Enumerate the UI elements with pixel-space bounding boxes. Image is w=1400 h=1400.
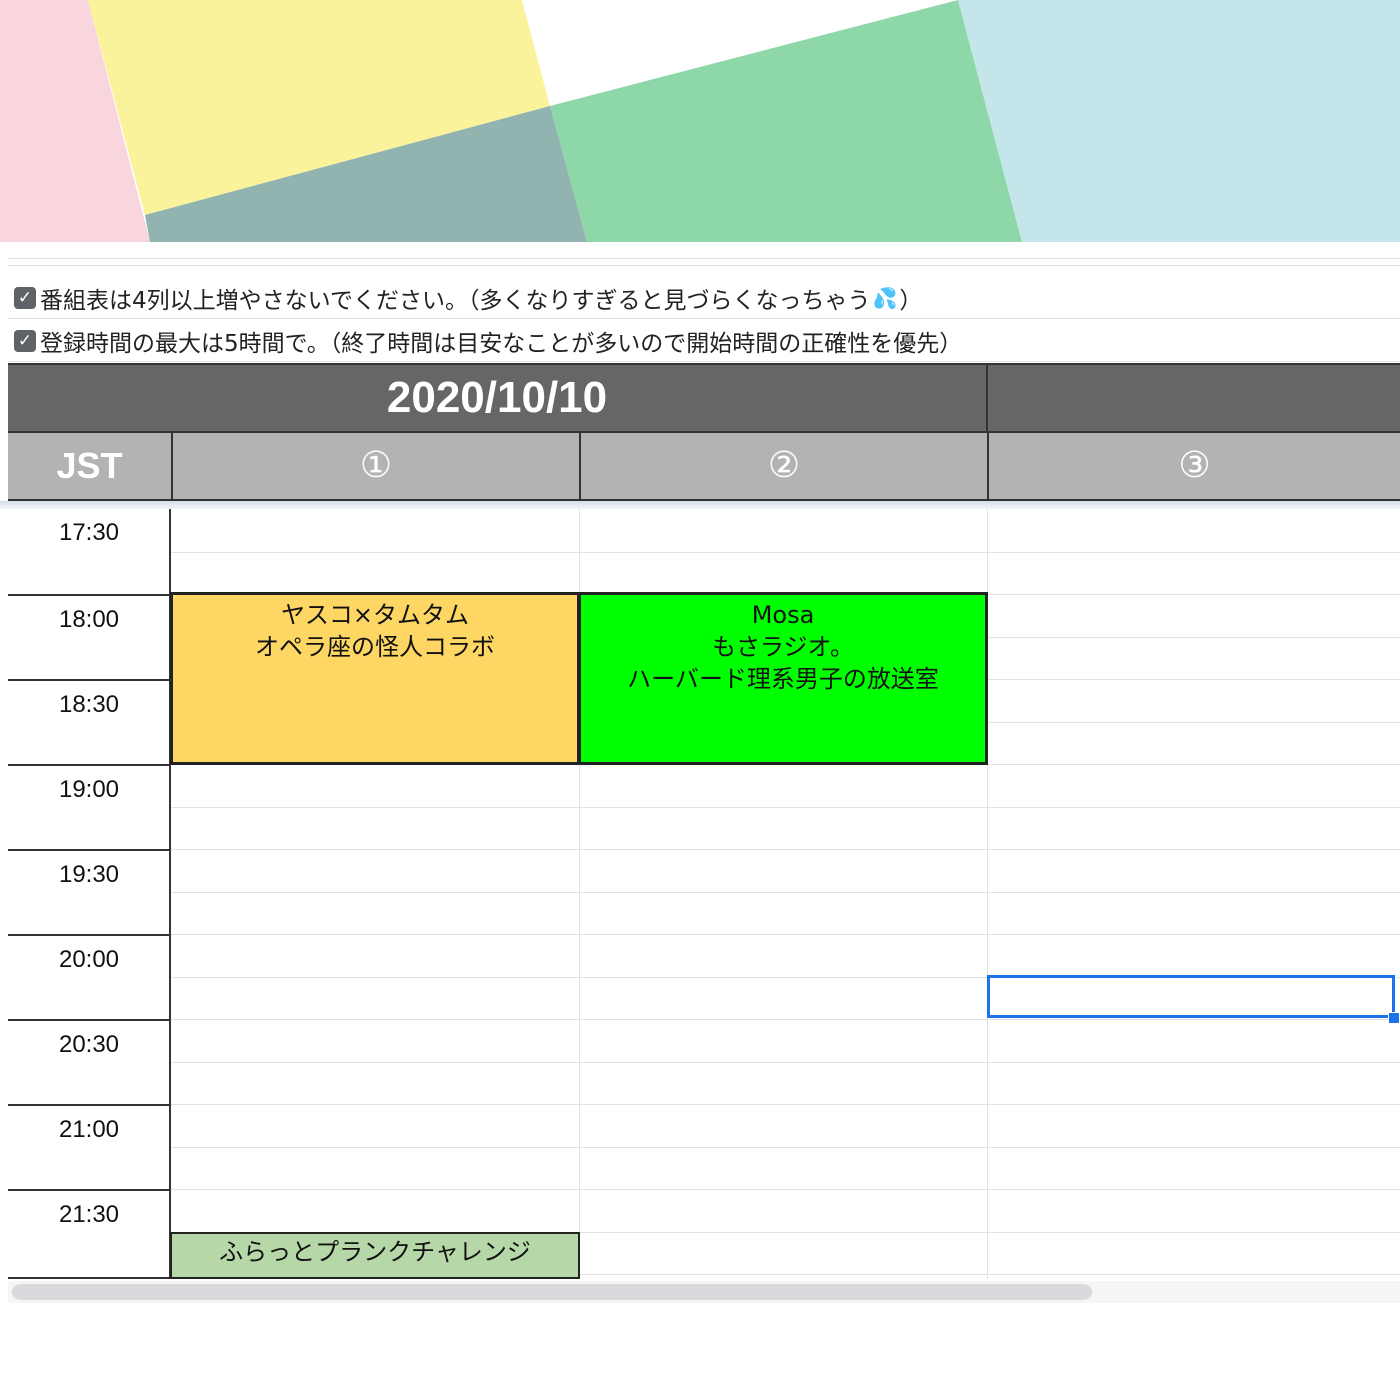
note-row-1: ✓ 番組表は4列以上増やさないでください。（多くなりすぎると見づらくなっちゃう … — [8, 277, 1400, 319]
date-header[interactable]: 2020/10/10 — [8, 363, 1400, 433]
event-title: ふらっとプランクチャレンジ — [219, 1238, 531, 1266]
column-header-jst[interactable]: JST — [8, 433, 171, 499]
time-slot: 20:00 — [8, 934, 170, 1019]
event-block[interactable]: Mosa もさラジオ。 ハーバード理系男子の放送室 — [578, 592, 988, 765]
grid-row-line — [171, 1147, 1400, 1148]
note-text-2: 登録時間の最大は5時間で。（終了時間は目安なことが多いので開始時間の正確性を優先… — [40, 330, 963, 357]
grid-row-line — [8, 265, 1400, 266]
grid-row-line — [171, 1104, 1400, 1105]
grid-row-line — [8, 258, 1400, 259]
time-slot: 19:00 — [8, 764, 170, 849]
event-title: オペラ座の怪人コラボ — [255, 633, 495, 661]
time-slot: 20:30 — [8, 1019, 170, 1104]
time-slot: 18:30 — [8, 679, 170, 764]
column-header-1[interactable]: ① — [171, 433, 579, 499]
banner-graphic — [0, 0, 1400, 242]
note-suffix-1: ） — [899, 287, 923, 314]
column-header-2[interactable]: ② — [579, 433, 987, 499]
horizontal-scrollbar-thumb[interactable] — [12, 1284, 1092, 1300]
event-performer: Mosa — [751, 601, 815, 629]
date-header-divider — [986, 365, 988, 431]
banner-blue-shape — [958, 0, 1400, 242]
column-header-3[interactable]: ③ — [987, 433, 1400, 499]
grid-row-line — [171, 934, 1400, 935]
sweat-droplets-icon: 💦 — [872, 285, 898, 310]
checkbox-checked-icon[interactable]: ✓ — [14, 329, 36, 352]
time-slot: 19:30 — [8, 849, 170, 934]
event-block[interactable]: ふらっとプランクチャレンジ — [170, 1232, 580, 1279]
time-slot: 21:30 — [8, 1189, 170, 1279]
grid-row-line — [171, 849, 1400, 850]
event-performer: ヤスコ×タムタム — [280, 601, 470, 629]
grid-row-line — [171, 807, 1400, 808]
event-subtitle: ハーバード理系男子の放送室 — [627, 665, 939, 693]
fill-handle[interactable] — [1388, 1012, 1400, 1024]
column-header-row: JST ① ② ③ — [8, 433, 1400, 501]
time-slot: 18:00 — [8, 594, 170, 679]
grid-row-line — [171, 1189, 1400, 1190]
note-row-2: ✓ 登録時間の最大は5時間で。（終了時間は目安なことが多いので開始時間の正確性を… — [8, 320, 1400, 362]
header-banner — [0, 0, 1400, 242]
event-title: もさラジオ。 — [711, 633, 855, 661]
grid-row-line — [171, 1019, 1400, 1020]
event-block[interactable]: ヤスコ×タムタム オペラ座の怪人コラボ — [170, 592, 580, 765]
grid-row-line — [171, 552, 1400, 553]
checkbox-checked-icon[interactable]: ✓ — [14, 286, 36, 309]
schedule-date: 2020/10/10 — [386, 373, 608, 422]
time-slot: 17:30 — [58, 519, 120, 546]
note-text-1: 番組表は4列以上増やさないでください。（多くなりすぎると見づらくなっちゃう — [40, 287, 871, 314]
selected-cell[interactable] — [987, 975, 1395, 1018]
time-slot: 21:00 — [8, 1104, 170, 1189]
grid-row-line — [171, 1062, 1400, 1063]
grid-row-line — [171, 892, 1400, 893]
frozen-header-shadow — [0, 501, 1400, 509]
